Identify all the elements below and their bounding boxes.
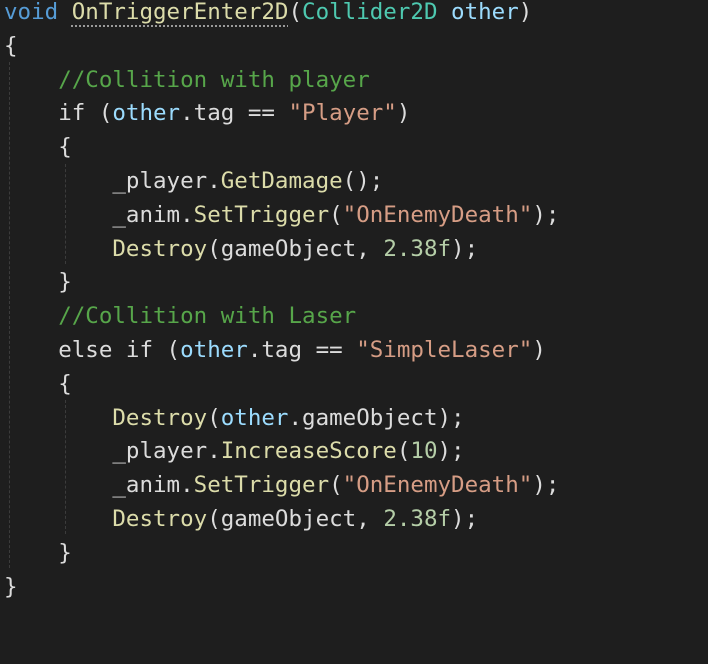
code-token: void: [4, 0, 59, 25]
code-token: if: [58, 100, 86, 127]
code-token: Destroy: [112, 404, 208, 431]
code-line[interactable]: {: [4, 29, 18, 63]
code-token: ): [532, 337, 546, 363]
code-token: );: [532, 201, 560, 228]
code-token: other: [112, 100, 181, 127]
code-line[interactable]: _anim.SetTrigger("OnEnemyDeath");: [4, 468, 559, 502]
code-line[interactable]: Destroy(gameObject, 2.38f);: [4, 502, 478, 536]
code-token: _player.: [112, 168, 221, 194]
code-token: other: [180, 337, 248, 363]
code-token: ): [396, 100, 411, 127]
code-token: }: [4, 573, 18, 600]
code-token: else if: [58, 337, 154, 363]
code-token: );: [437, 438, 465, 465]
code-token: }: [58, 269, 72, 296]
code-token: OnTriggerEnter2D: [71, 0, 289, 25]
code-token: SetTrigger: [193, 472, 330, 499]
code-token: _anim.: [112, 472, 194, 499]
code-token: 2.38f: [383, 506, 452, 532]
code-token: (: [288, 0, 303, 25]
code-line[interactable]: else if (other.tag == "SimpleLaser"): [4, 333, 546, 367]
code-editor[interactable]: void OnTriggerEnter2D(Collider2D other){…: [0, 0, 708, 664]
code-token: 2.38f: [383, 235, 452, 262]
code-token: {: [58, 134, 72, 161]
code-token: );: [451, 235, 479, 262]
code-line[interactable]: }: [4, 265, 72, 299]
code-token: other: [220, 404, 289, 431]
code-token: SetTrigger: [193, 201, 330, 228]
code-token: (: [153, 337, 181, 363]
code-line[interactable]: }: [4, 570, 18, 604]
code-token: (: [396, 438, 411, 465]
code-token: (gameObject,: [207, 506, 384, 532]
code-token: ): [518, 0, 533, 25]
code-token: (: [207, 404, 221, 431]
code-token: other: [451, 0, 519, 25]
code-line[interactable]: {: [4, 130, 72, 164]
code-token: _player.: [112, 438, 221, 465]
code-token: //Collition with Laser: [58, 303, 357, 330]
code-line[interactable]: {: [4, 367, 72, 401]
code-token: Destroy: [112, 235, 208, 262]
code-line[interactable]: }: [4, 536, 72, 570]
code-token: Destroy: [112, 506, 208, 532]
code-token: (: [329, 472, 343, 499]
code-token: );: [532, 472, 560, 499]
code-line[interactable]: _player.IncreaseScore(10);: [4, 434, 465, 468]
code-token: 10: [410, 438, 438, 465]
code-token: (: [329, 201, 343, 228]
code-token: ();: [342, 168, 384, 194]
code-token: GetDamage: [220, 168, 343, 194]
code-line[interactable]: _anim.SetTrigger("OnEnemyDeath");: [4, 198, 559, 232]
code-token: //Collition with player: [58, 66, 370, 93]
code-token: IncreaseScore: [220, 438, 397, 465]
code-token: }: [58, 539, 72, 566]
code-token: _anim.: [112, 201, 194, 228]
code-token: .gameObject);: [288, 404, 465, 431]
code-token: "Player": [288, 100, 397, 127]
code-token: (: [85, 100, 113, 127]
code-token: Collider2D: [302, 0, 438, 25]
code-token: .tag ==: [247, 337, 357, 363]
code-line[interactable]: Destroy(gameObject, 2.38f);: [4, 232, 478, 266]
code-line[interactable]: void OnTriggerEnter2D(Collider2D other): [4, 0, 532, 29]
code-token: "OnEnemyDeath": [342, 472, 533, 499]
code-token: {: [4, 32, 18, 59]
code-line[interactable]: //Collition with player: [4, 63, 370, 97]
code-line[interactable]: //Collition with Laser: [4, 299, 356, 333]
code-token: );: [451, 506, 479, 532]
code-line[interactable]: Destroy(other.gameObject);: [4, 401, 465, 435]
code-token: .tag ==: [180, 100, 289, 127]
code-token: "OnEnemyDeath": [342, 201, 533, 228]
code-token: "SimpleLaser": [356, 337, 533, 363]
code-line[interactable]: if (other.tag == "Player"): [4, 96, 410, 130]
code-line[interactable]: _player.GetDamage();: [4, 164, 383, 198]
code-token: {: [58, 370, 72, 397]
code-token: (gameObject,: [207, 235, 384, 262]
